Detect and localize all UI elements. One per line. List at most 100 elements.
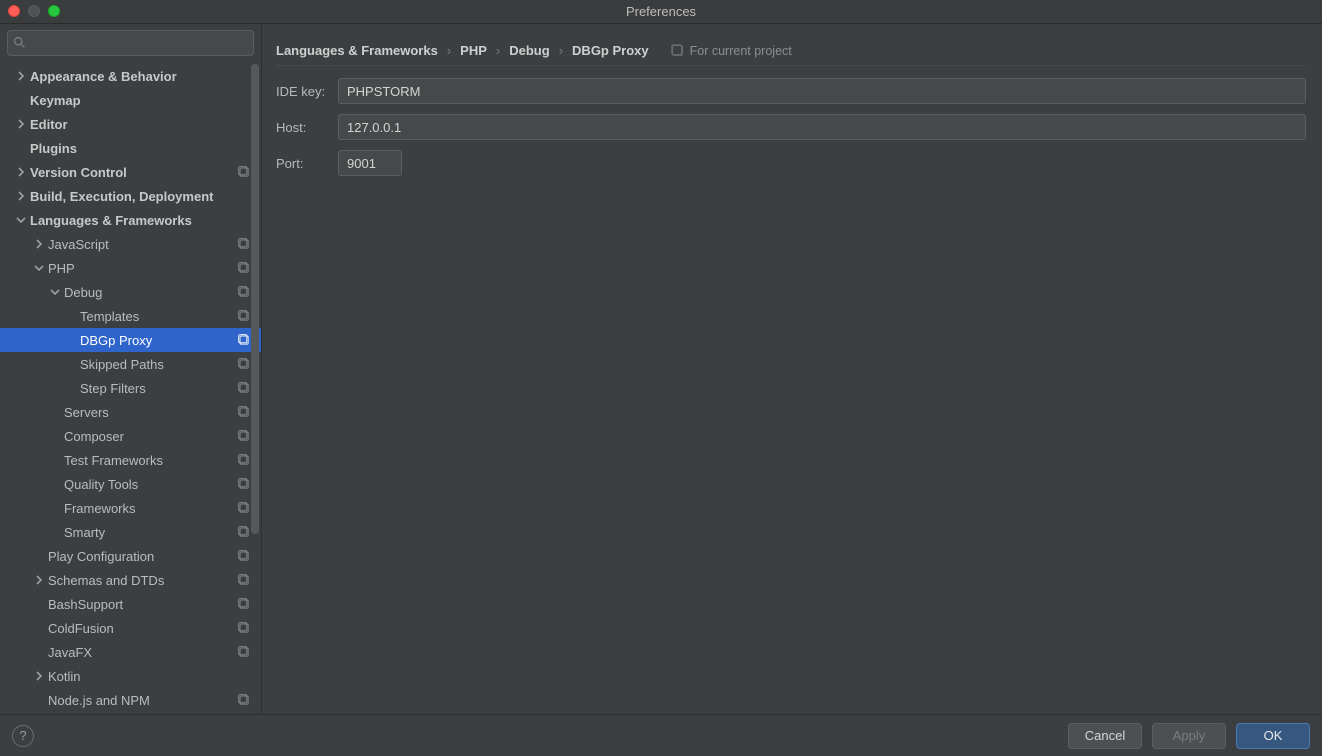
tree-item[interactable]: Frameworks bbox=[0, 496, 261, 520]
tree-item[interactable]: Kotlin bbox=[0, 664, 261, 688]
tree-item[interactable]: DBGp Proxy bbox=[0, 328, 261, 352]
project-scope-icon bbox=[238, 430, 251, 443]
arrow-spacer bbox=[66, 383, 76, 393]
chevron-right-icon: › bbox=[496, 43, 500, 58]
tree-item-label: Appearance & Behavior bbox=[30, 69, 251, 84]
tree-item[interactable]: Servers bbox=[0, 400, 261, 424]
zoom-window-icon[interactable] bbox=[48, 5, 60, 17]
project-scope-icon bbox=[238, 502, 251, 515]
help-button[interactable]: ? bbox=[12, 725, 34, 747]
sidebar-scrollbar[interactable] bbox=[251, 64, 259, 712]
scope-indicator: For current project bbox=[671, 44, 792, 58]
tree-item-label: DBGp Proxy bbox=[80, 333, 238, 348]
tree-item[interactable]: Schemas and DTDs bbox=[0, 568, 261, 592]
tree-item[interactable]: Templates bbox=[0, 304, 261, 328]
tree-item[interactable]: ColdFusion bbox=[0, 616, 261, 640]
tree-item[interactable]: Editor bbox=[0, 112, 261, 136]
project-scope-icon bbox=[238, 310, 251, 323]
tree-item-label: JavaScript bbox=[48, 237, 238, 252]
arrow-spacer bbox=[66, 311, 76, 321]
port-field[interactable] bbox=[338, 150, 402, 176]
project-scope-icon bbox=[238, 286, 251, 299]
tree-item-label: Editor bbox=[30, 117, 251, 132]
preferences-main: Languages & Frameworks›PHP›Debug›DBGp Pr… bbox=[262, 24, 1322, 714]
preferences-tree[interactable]: Appearance & Behavior Keymap Editor Plugins… bbox=[0, 62, 261, 714]
chevron-right-icon[interactable] bbox=[16, 167, 26, 177]
close-window-icon[interactable] bbox=[8, 5, 20, 17]
arrow-spacer bbox=[66, 359, 76, 369]
tree-item-label: Version Control bbox=[30, 165, 238, 180]
project-scope-icon bbox=[238, 694, 251, 707]
tree-item[interactable]: Skipped Paths bbox=[0, 352, 261, 376]
arrow-spacer bbox=[34, 599, 44, 609]
chevron-right-icon[interactable] bbox=[34, 671, 44, 681]
breadcrumb-segment[interactable]: DBGp Proxy bbox=[572, 43, 649, 58]
chevron-down-icon[interactable] bbox=[50, 287, 60, 297]
tree-item[interactable]: Appearance & Behavior bbox=[0, 64, 261, 88]
ide-key-field[interactable] bbox=[338, 78, 1306, 104]
tree-item-label: Play Configuration bbox=[48, 549, 238, 564]
arrow-spacer bbox=[50, 455, 60, 465]
breadcrumb-segment[interactable]: PHP bbox=[460, 43, 487, 58]
project-scope-icon bbox=[238, 166, 251, 179]
tree-item[interactable]: Plugins bbox=[0, 136, 261, 160]
tree-item[interactable]: Step Filters bbox=[0, 376, 261, 400]
chevron-right-icon[interactable] bbox=[34, 239, 44, 249]
titlebar: Preferences bbox=[0, 0, 1322, 24]
tree-item-label: Skipped Paths bbox=[80, 357, 238, 372]
tree-item[interactable]: Build, Execution, Deployment bbox=[0, 184, 261, 208]
arrow-spacer bbox=[16, 95, 26, 105]
apply-button[interactable]: Apply bbox=[1152, 723, 1226, 749]
sidebar-scrollbar-thumb[interactable] bbox=[251, 64, 259, 534]
arrow-spacer bbox=[34, 695, 44, 705]
tree-item-label: Quality Tools bbox=[64, 477, 238, 492]
project-scope-icon bbox=[238, 622, 251, 635]
breadcrumb-segment[interactable]: Languages & Frameworks bbox=[276, 43, 438, 58]
tree-item-label: Step Filters bbox=[80, 381, 238, 396]
tree-item[interactable]: Node.js and NPM bbox=[0, 688, 261, 712]
tree-item[interactable]: Quality Tools bbox=[0, 472, 261, 496]
arrow-spacer bbox=[50, 527, 60, 537]
tree-item-label: Frameworks bbox=[64, 501, 238, 516]
ok-button[interactable]: OK bbox=[1236, 723, 1310, 749]
tree-item-label: PHP bbox=[48, 261, 238, 276]
tree-item-label: Node.js and NPM bbox=[48, 693, 238, 708]
tree-item[interactable]: Play Configuration bbox=[0, 544, 261, 568]
tree-item[interactable]: Version Control bbox=[0, 160, 261, 184]
chevron-right-icon[interactable] bbox=[16, 191, 26, 201]
chevron-down-icon[interactable] bbox=[16, 215, 26, 225]
chevron-right-icon[interactable] bbox=[16, 119, 26, 129]
breadcrumb-segment[interactable]: Debug bbox=[509, 43, 549, 58]
arrow-spacer bbox=[34, 647, 44, 657]
search-input[interactable] bbox=[7, 30, 254, 56]
project-scope-icon bbox=[238, 262, 251, 275]
preferences-sidebar: Appearance & Behavior Keymap Editor Plugins… bbox=[0, 24, 262, 714]
tree-item-label: ColdFusion bbox=[48, 621, 238, 636]
tree-item[interactable]: BashSupport bbox=[0, 592, 261, 616]
tree-item[interactable]: Debug bbox=[0, 280, 261, 304]
project-scope-icon bbox=[238, 358, 251, 371]
host-field[interactable] bbox=[338, 114, 1306, 140]
chevron-right-icon[interactable] bbox=[34, 575, 44, 585]
port-label: Port: bbox=[276, 156, 338, 171]
chevron-right-icon[interactable] bbox=[16, 71, 26, 81]
project-scope-icon bbox=[238, 406, 251, 419]
tree-item-label: Schemas and DTDs bbox=[48, 573, 238, 588]
tree-item[interactable]: JavaFX bbox=[0, 640, 261, 664]
tree-item[interactable]: Test Frameworks bbox=[0, 448, 261, 472]
tree-item[interactable]: Smarty bbox=[0, 520, 261, 544]
tree-item[interactable]: Keymap bbox=[0, 88, 261, 112]
arrow-spacer bbox=[50, 479, 60, 489]
chevron-down-icon[interactable] bbox=[34, 263, 44, 273]
window-controls bbox=[8, 5, 60, 17]
tree-item-label: Servers bbox=[64, 405, 238, 420]
tree-item[interactable]: PHP bbox=[0, 256, 261, 280]
project-scope-icon bbox=[238, 478, 251, 491]
cancel-button[interactable]: Cancel bbox=[1068, 723, 1142, 749]
project-scope-icon bbox=[238, 454, 251, 467]
tree-item[interactable]: Languages & Frameworks bbox=[0, 208, 261, 232]
tree-item-label: Kotlin bbox=[48, 669, 251, 684]
tree-item[interactable]: Composer bbox=[0, 424, 261, 448]
project-scope-icon bbox=[238, 574, 251, 587]
tree-item[interactable]: JavaScript bbox=[0, 232, 261, 256]
